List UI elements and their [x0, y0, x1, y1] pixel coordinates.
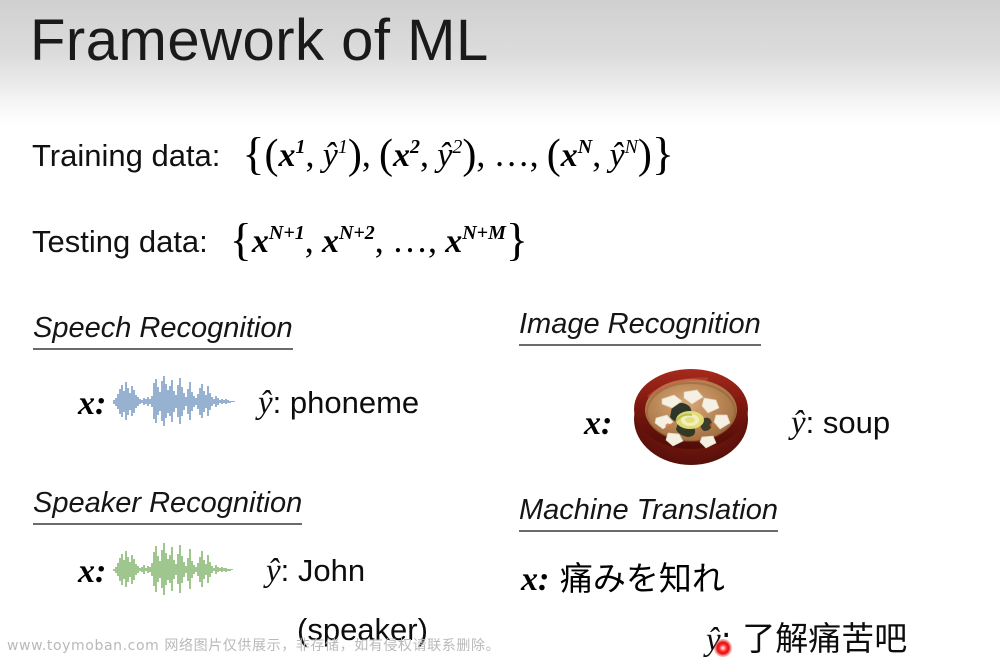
- close-brace-testing: }: [505, 214, 528, 265]
- open-paren-2: (: [379, 132, 394, 178]
- miso-soup-photo: [634, 369, 748, 465]
- x-symbol-2: x: [393, 137, 411, 174]
- speech-output-label: ŷ: phoneme: [258, 385, 419, 422]
- comma-t1: ,: [304, 220, 315, 260]
- mt-output-value: : 了解痛苦吧: [720, 619, 908, 658]
- comma-3: ,: [420, 134, 431, 174]
- open-brace: {: [242, 128, 265, 179]
- training-data-label: Training data:: [32, 138, 221, 173]
- page-title: Framework of ML: [30, 8, 489, 73]
- watermark-text: www.toymoban.com 网络图片仅供展示，非存储，如有侵权请联系删除。: [7, 638, 501, 654]
- speaker-output-value: : John: [280, 553, 366, 588]
- y-hat-symbol-image: ŷ: [791, 405, 806, 441]
- x-superscript-n1: N+1: [268, 222, 305, 244]
- section-heading-image-recognition: Image Recognition: [519, 308, 761, 346]
- x-symbol-n2: x: [321, 223, 339, 260]
- comma-6: ,: [592, 134, 603, 174]
- testing-data-row: Testing data: {xN+1, xN+2, …, xN+M}: [32, 210, 528, 265]
- image-output-value: : soup: [805, 405, 891, 440]
- presentation-slide: Framework of ML Training data: {(x1, ŷ1)…: [0, 0, 1000, 660]
- speech-waveform-icon: [113, 376, 235, 426]
- open-brace-testing: {: [229, 214, 252, 265]
- x-superscript-2: 2: [410, 136, 421, 158]
- comma-t2: ,: [374, 220, 385, 260]
- mt-input-label: x:: [521, 561, 550, 598]
- laser-pointer-dot: [714, 639, 732, 657]
- ellipsis-1: …: [493, 134, 530, 174]
- ellipsis-testing: …: [392, 220, 429, 260]
- close-paren-2: ): [462, 132, 477, 178]
- comma-2: ,: [361, 134, 372, 174]
- y-hat-symbol-1: ŷ: [322, 137, 338, 174]
- x-symbol-n1: x: [251, 223, 269, 260]
- section-heading-machine-translation: Machine Translation: [519, 494, 778, 532]
- mt-output-label: ŷ: 了解痛苦吧: [706, 612, 907, 660]
- close-brace: }: [651, 128, 674, 179]
- image-input-label: x:: [584, 405, 613, 442]
- testing-data-formula: {xN+1, xN+2, …, xN+M}: [229, 210, 528, 265]
- x-symbol-nm: x: [445, 223, 463, 260]
- y-hat-symbol-2: ŷ: [437, 137, 453, 174]
- x-superscript-n2: N+2: [338, 222, 375, 244]
- comma-t3: ,: [428, 220, 439, 260]
- training-data-formula: {(x1, ŷ1), (x2, ŷ2), …, (xN, ŷN)}: [242, 124, 674, 179]
- comma-1: ,: [305, 134, 316, 174]
- mt-input-row: x: 痛みを知れ: [521, 552, 725, 600]
- x-symbol-n: x: [560, 137, 578, 174]
- comma-5: ,: [529, 134, 540, 174]
- y-hat-symbol-speech: ŷ: [258, 385, 273, 421]
- y-superscript-n: N: [624, 136, 638, 158]
- section-heading-speech-recognition: Speech Recognition: [33, 312, 293, 350]
- mt-input-value: 痛みを知れ: [549, 559, 725, 598]
- speech-output-value: : phoneme: [272, 385, 420, 420]
- close-paren-1: ): [347, 132, 362, 178]
- y-hat-symbol-n: ŷ: [609, 137, 625, 174]
- open-paren-3: (: [546, 132, 561, 178]
- y-superscript-1: 1: [337, 136, 348, 158]
- x-symbol-1: x: [278, 137, 296, 174]
- y-hat-symbol-speaker: ŷ: [266, 553, 281, 589]
- section-heading-speaker-recognition: Speaker Recognition: [33, 487, 303, 525]
- open-paren-1: (: [264, 132, 279, 178]
- speaker-waveform-icon: [113, 543, 233, 595]
- testing-data-label: Testing data:: [32, 224, 208, 259]
- y-superscript-2: 2: [452, 136, 463, 158]
- speaker-output-label: ŷ: John: [266, 553, 365, 590]
- comma-4: ,: [476, 134, 487, 174]
- speech-input-label: x:: [78, 385, 107, 422]
- speaker-input-label: x:: [78, 553, 107, 590]
- x-superscript-1: 1: [295, 136, 306, 158]
- close-paren-3: ): [637, 132, 652, 178]
- training-data-row: Training data: {(x1, ŷ1), (x2, ŷ2), …, (…: [32, 124, 674, 179]
- x-superscript-nm: N+M: [462, 222, 506, 244]
- image-output-label: ŷ: soup: [791, 405, 890, 442]
- x-superscript-n: N: [577, 136, 593, 158]
